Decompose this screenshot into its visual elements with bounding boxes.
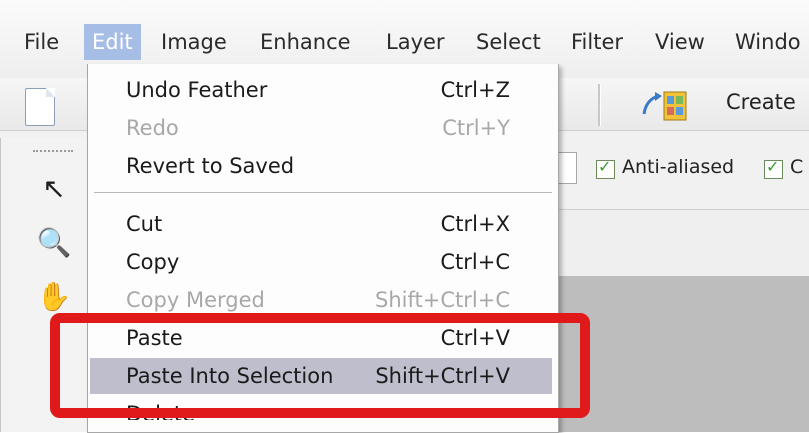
menu-item-cut[interactable]: Cut Ctrl+X bbox=[88, 206, 558, 242]
menu-item-label: Copy bbox=[126, 250, 180, 274]
menu-item-revert-to-saved[interactable]: Revert to Saved bbox=[88, 148, 558, 184]
menu-select[interactable]: Select bbox=[468, 24, 549, 60]
panel-area bbox=[557, 210, 809, 276]
menu-filter[interactable]: Filter bbox=[563, 24, 631, 60]
create-photo-icon[interactable] bbox=[640, 88, 690, 124]
toolbar-separator bbox=[598, 84, 601, 126]
second-option-label: C bbox=[790, 156, 804, 178]
menu-window[interactable]: Windo bbox=[727, 24, 809, 60]
move-tool-icon[interactable]: ↖ bbox=[34, 172, 74, 205]
menu-item-label: Redo bbox=[126, 116, 179, 140]
menu-edit[interactable]: Edit bbox=[84, 24, 141, 60]
menu-item-copy[interactable]: Copy Ctrl+C bbox=[88, 244, 558, 280]
create-label[interactable]: Create bbox=[726, 90, 796, 114]
menu-item-redo[interactable]: Redo Ctrl+Y bbox=[88, 110, 558, 146]
menu-item-undo-feather[interactable]: Undo Feather Ctrl+Z bbox=[88, 72, 558, 108]
menu-item-label: Revert to Saved bbox=[126, 154, 295, 178]
hand-tool-icon[interactable]: ✋ bbox=[34, 280, 74, 313]
toolbox-grip[interactable] bbox=[33, 150, 73, 156]
menu-view[interactable]: View bbox=[647, 24, 713, 60]
menu-item-label: Cut bbox=[126, 212, 163, 236]
menu-file[interactable]: File bbox=[16, 24, 67, 60]
feather-input[interactable] bbox=[557, 152, 577, 184]
anti-aliased-label: Anti-aliased bbox=[622, 156, 735, 178]
menu-item-shortcut: Ctrl+C bbox=[440, 250, 510, 274]
menu-divider bbox=[94, 192, 552, 194]
menu-item-shortcut: Ctrl+X bbox=[440, 212, 510, 236]
second-option-checkbox[interactable] bbox=[764, 157, 783, 179]
menu-enhance[interactable]: Enhance bbox=[252, 24, 359, 60]
highlight-annotation-box bbox=[50, 313, 590, 418]
menu-image[interactable]: Image bbox=[153, 24, 235, 60]
menu-item-label: Undo Feather bbox=[126, 78, 268, 102]
menu-item-shortcut: Ctrl+Z bbox=[440, 78, 510, 102]
canvas-area bbox=[557, 276, 809, 432]
new-document-icon[interactable] bbox=[25, 88, 55, 126]
anti-aliased-checkbox[interactable] bbox=[596, 157, 615, 179]
zoom-tool-icon[interactable]: 🔍 bbox=[34, 226, 74, 259]
menu-item-shortcut: Ctrl+Y bbox=[442, 116, 510, 140]
menu-layer[interactable]: Layer bbox=[378, 24, 453, 60]
